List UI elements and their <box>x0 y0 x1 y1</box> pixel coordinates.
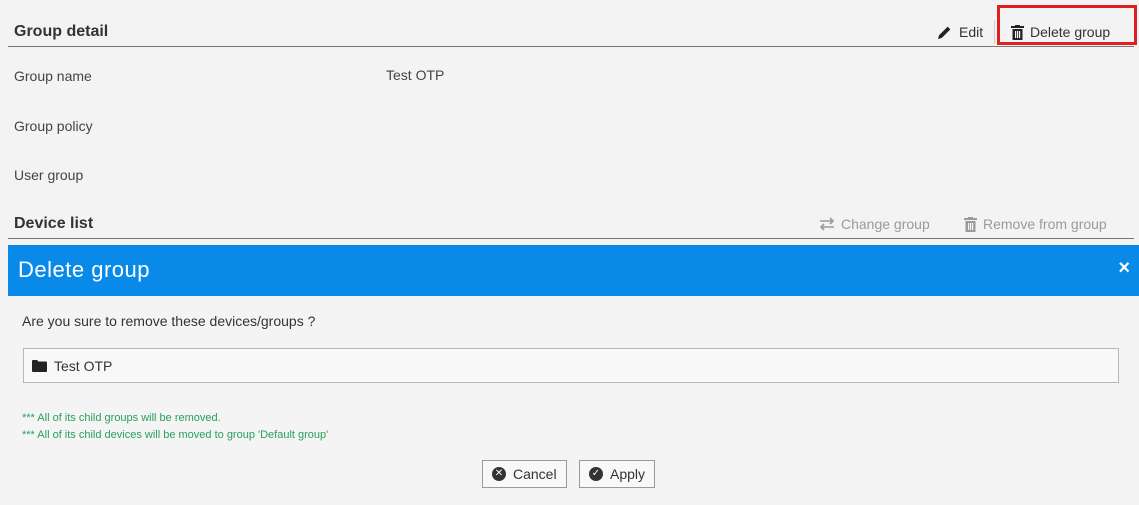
remove-from-group-label: Remove from group <box>983 216 1107 232</box>
note-child-devices: *** All of its child devices will be mov… <box>22 429 329 441</box>
device-list-header: Device list Change group Remove from gro… <box>8 208 1134 239</box>
cancel-label: Cancel <box>513 466 557 482</box>
edit-label: Edit <box>959 24 984 40</box>
group-policy-label: Group policy <box>14 118 93 134</box>
swap-arrows-icon <box>819 217 835 231</box>
apply-label: Apply <box>610 466 646 482</box>
user-group-label: User group <box>14 167 84 183</box>
group-name-value: Test OTP <box>386 67 445 83</box>
group-detail-title: Group detail <box>14 23 109 40</box>
pencil-icon <box>938 26 951 39</box>
trash-icon <box>1011 24 1024 40</box>
divider <box>994 20 995 44</box>
dialog-title: Delete group <box>18 257 150 282</box>
list-item: Test OTP <box>23 348 1119 383</box>
device-list-title: Device list <box>14 215 94 232</box>
dialog-title-bar: Delete group × <box>8 245 1139 296</box>
cancel-button[interactable]: ✕ Cancel <box>482 460 567 488</box>
check-circle-icon: ✓ <box>589 467 603 481</box>
group-detail-header: Group detail Edit Delete group <box>8 16 1134 47</box>
folder-icon <box>32 359 47 372</box>
edit-button[interactable]: Edit <box>930 19 989 45</box>
change-group-button[interactable]: Change group <box>813 211 936 237</box>
group-detail-panel: Group detail Edit Delete group Group nam… <box>0 0 1139 243</box>
remove-from-group-button[interactable]: Remove from group <box>958 211 1113 237</box>
cancel-circle-icon: ✕ <box>492 467 506 481</box>
note-child-groups: *** All of its child groups will be remo… <box>22 412 221 424</box>
apply-button[interactable]: ✓ Apply <box>579 460 656 488</box>
close-icon[interactable]: × <box>1118 257 1130 280</box>
change-group-label: Change group <box>841 216 930 232</box>
trash-icon <box>964 216 977 232</box>
delete-group-label: Delete group <box>1030 24 1111 40</box>
item-label: Test OTP <box>54 357 113 374</box>
confirm-message: Are you sure to remove these devices/gro… <box>22 313 316 329</box>
delete-group-button[interactable]: Delete group <box>1005 19 1116 45</box>
group-name-label: Group name <box>14 68 92 84</box>
dialog-body: Are you sure to remove these devices/gro… <box>8 296 1139 505</box>
